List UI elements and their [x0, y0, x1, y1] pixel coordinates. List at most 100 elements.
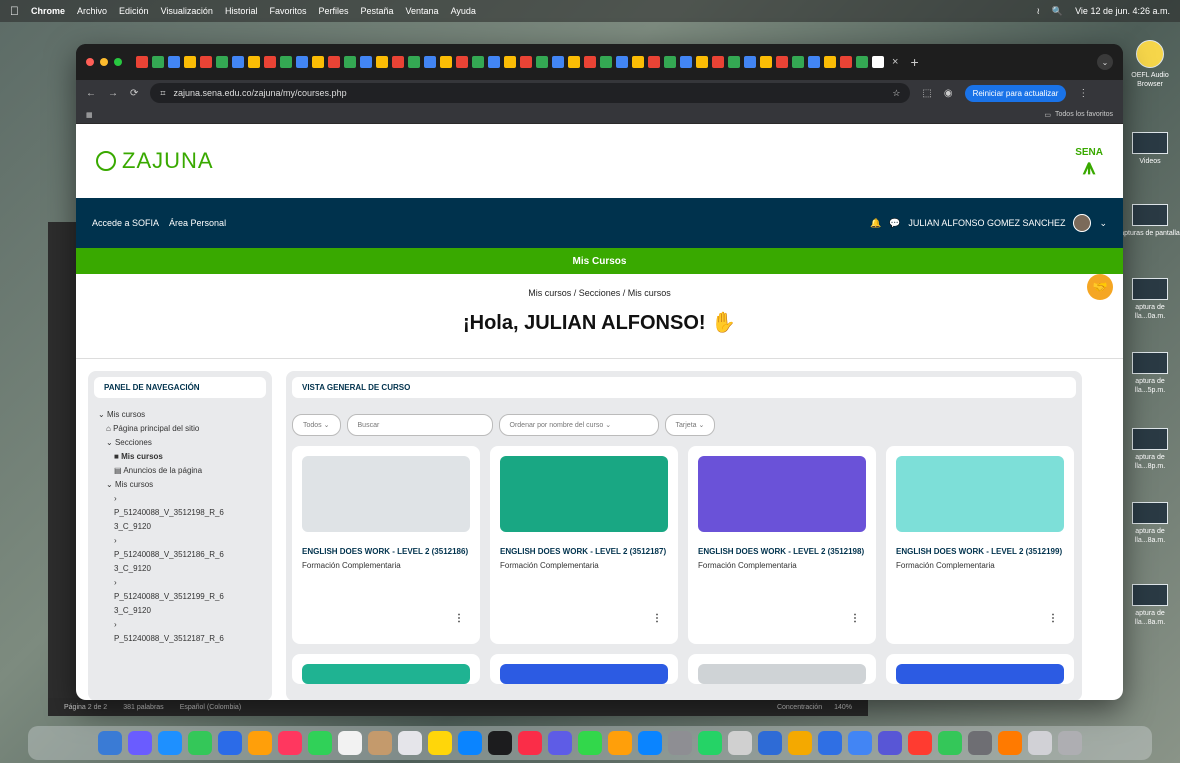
- tree-item[interactable]: ⌄ Mis cursos: [94, 478, 266, 492]
- tab-favicon[interactable]: [728, 56, 740, 68]
- search-input[interactable]: Buscar: [346, 414, 493, 436]
- address-bar[interactable]: ⌗ zajuna.sena.edu.co/zajuna/my/courses.p…: [150, 83, 911, 103]
- menubar-item-ventana[interactable]: Ventana: [406, 6, 439, 16]
- iphone-mirroring-icon[interactable]: [728, 731, 752, 755]
- tab-favicon[interactable]: [840, 56, 852, 68]
- reload-icon[interactable]: ⟳: [130, 88, 138, 99]
- notes-icon[interactable]: [428, 731, 452, 755]
- sena-logo[interactable]: SENA ⩚: [1075, 147, 1103, 178]
- tab-favicon[interactable]: [792, 56, 804, 68]
- avatar[interactable]: [1073, 214, 1092, 232]
- menubar-app-name[interactable]: Chrome: [31, 6, 65, 16]
- music-icon[interactable]: [518, 731, 542, 755]
- zajuna-logo[interactable]: ZAJUNA: [96, 148, 214, 174]
- tab-favicon[interactable]: [744, 56, 756, 68]
- whatsapp-icon[interactable]: [698, 731, 722, 755]
- course-card-image[interactable]: [896, 456, 1064, 532]
- tab-favicon[interactable]: [424, 56, 436, 68]
- tab-favicon[interactable]: [296, 56, 308, 68]
- course-card[interactable]: [886, 654, 1074, 684]
- tab-favicon[interactable]: [472, 56, 484, 68]
- tab-favicon[interactable]: [440, 56, 452, 68]
- contacts-icon[interactable]: [368, 731, 392, 755]
- tab-favicon[interactable]: [184, 56, 196, 68]
- desktop-icon-screenshot[interactable]: aptura de lla...8a.m.: [1120, 584, 1180, 627]
- course-card[interactable]: ENGLISH DOES WORK - LEVEL 2 (3512186) Fo…: [292, 446, 480, 644]
- tab-favicon[interactable]: [568, 56, 580, 68]
- filter-all-dropdown[interactable]: Todos ⌄: [292, 414, 341, 436]
- course-card[interactable]: [688, 654, 876, 684]
- nav-link-personal-area[interactable]: Área Personal: [169, 218, 226, 228]
- tree-item[interactable]: ›: [94, 576, 266, 590]
- tab-favicon[interactable]: [856, 56, 868, 68]
- tab-favicon[interactable]: [696, 56, 708, 68]
- handshake-help-icon[interactable]: 🤝: [1087, 274, 1113, 300]
- settings-icon[interactable]: [668, 731, 692, 755]
- sort-dropdown[interactable]: Ordenar por nombre del curso ⌄: [498, 414, 659, 436]
- tree-item[interactable]: ›: [94, 618, 266, 632]
- user-menu[interactable]: 🔔 💬 JULIAN ALFONSO GOMEZ SANCHEZ ⌄: [870, 214, 1107, 232]
- site-info-icon[interactable]: ⌗: [160, 88, 165, 99]
- tree-item[interactable]: 3_C_9120: [94, 520, 266, 534]
- tree-item[interactable]: ⌄ Secciones: [94, 436, 266, 450]
- desktop-icon-screenshot[interactable]: aptura de lla...0a.m.: [1120, 278, 1180, 321]
- tab-favicon[interactable]: [344, 56, 356, 68]
- course-card-image[interactable]: [896, 664, 1064, 684]
- tree-item-active[interactable]: ■ Mis cursos: [94, 450, 266, 464]
- tab-favicon[interactable]: [808, 56, 820, 68]
- desktop-icon-videos[interactable]: Videos: [1120, 132, 1180, 166]
- nav-link-sofia[interactable]: Accede a SOFIA: [92, 218, 159, 228]
- tab-favicon[interactable]: [824, 56, 836, 68]
- downloads-stack-icon[interactable]: [1028, 731, 1052, 755]
- menubar-item-archivo[interactable]: Archivo: [77, 6, 107, 16]
- course-title[interactable]: ENGLISH DOES WORK - LEVEL 2 (3512187): [500, 546, 668, 557]
- close-tab-icon[interactable]: ×: [892, 56, 898, 68]
- wifi-icon[interactable]: ≀: [1037, 6, 1040, 17]
- desktop-icon-screenshot[interactable]: aptura de lla...8a.m.: [1120, 502, 1180, 545]
- tab-favicon[interactable]: [712, 56, 724, 68]
- course-card-image[interactable]: [698, 456, 866, 532]
- tab-favicon[interactable]: [776, 56, 788, 68]
- tab-favicon[interactable]: [408, 56, 420, 68]
- course-menu-icon[interactable]: ⋮: [652, 613, 662, 624]
- user-name[interactable]: JULIAN ALFONSO GOMEZ SANCHEZ: [908, 218, 1065, 228]
- tab-favicon[interactable]: [536, 56, 548, 68]
- tab-favicon[interactable]: [200, 56, 212, 68]
- course-title[interactable]: ENGLISH DOES WORK - LEVEL 2 (3512198): [698, 546, 866, 557]
- safari-icon[interactable]: [158, 731, 182, 755]
- menubar-item-pestana[interactable]: Pestaña: [360, 6, 393, 16]
- numbers-icon[interactable]: [578, 731, 602, 755]
- course-card-image[interactable]: [302, 456, 470, 532]
- tree-item[interactable]: 3_C_9120: [94, 562, 266, 576]
- mail-icon[interactable]: [218, 731, 242, 755]
- tree-item[interactable]: P_51240088_V_3512198_R_6: [94, 506, 266, 520]
- course-title[interactable]: ENGLISH DOES WORK - LEVEL 2 (3512186): [302, 546, 470, 557]
- tab-favicon[interactable]: [584, 56, 596, 68]
- back-icon[interactable]: ←: [86, 88, 96, 99]
- tab-favicon[interactable]: [616, 56, 628, 68]
- chevron-down-icon[interactable]: ⌄: [1099, 218, 1107, 229]
- firefox-icon[interactable]: [998, 731, 1022, 755]
- tree-item[interactable]: ▤ Anuncios de la página: [94, 464, 266, 478]
- menubar-item-ayuda[interactable]: Ayuda: [451, 6, 476, 16]
- forward-icon[interactable]: →: [108, 88, 118, 99]
- menubar-item-edicion[interactable]: Edición: [119, 6, 149, 16]
- tab-favicon[interactable]: [488, 56, 500, 68]
- app-icon[interactable]: [758, 731, 782, 755]
- app-icon[interactable]: [968, 731, 992, 755]
- apps-grid-icon[interactable]: ▦: [86, 111, 93, 119]
- tab-favicon[interactable]: [216, 56, 228, 68]
- apple-logo-icon[interactable]: : [10, 4, 19, 18]
- course-card[interactable]: ENGLISH DOES WORK - LEVEL 2 (3512199) Fo…: [886, 446, 1074, 644]
- tab-favicon[interactable]: [504, 56, 516, 68]
- minimize-window-icon[interactable]: [100, 58, 108, 66]
- menubar-item-favoritos[interactable]: Favoritos: [269, 6, 306, 16]
- desktop-icon-screenshot[interactable]: aptura de lla...5p.m.: [1120, 352, 1180, 395]
- extensions-icon[interactable]: ⬚: [922, 88, 931, 99]
- tab-favicon[interactable]: [168, 56, 180, 68]
- word-icon[interactable]: [818, 731, 842, 755]
- tab-search-icon[interactable]: ⌄: [1097, 54, 1113, 70]
- tree-item[interactable]: ›: [94, 534, 266, 548]
- chat-icon[interactable]: 💬: [889, 218, 900, 229]
- tab-favicon[interactable]: [760, 56, 772, 68]
